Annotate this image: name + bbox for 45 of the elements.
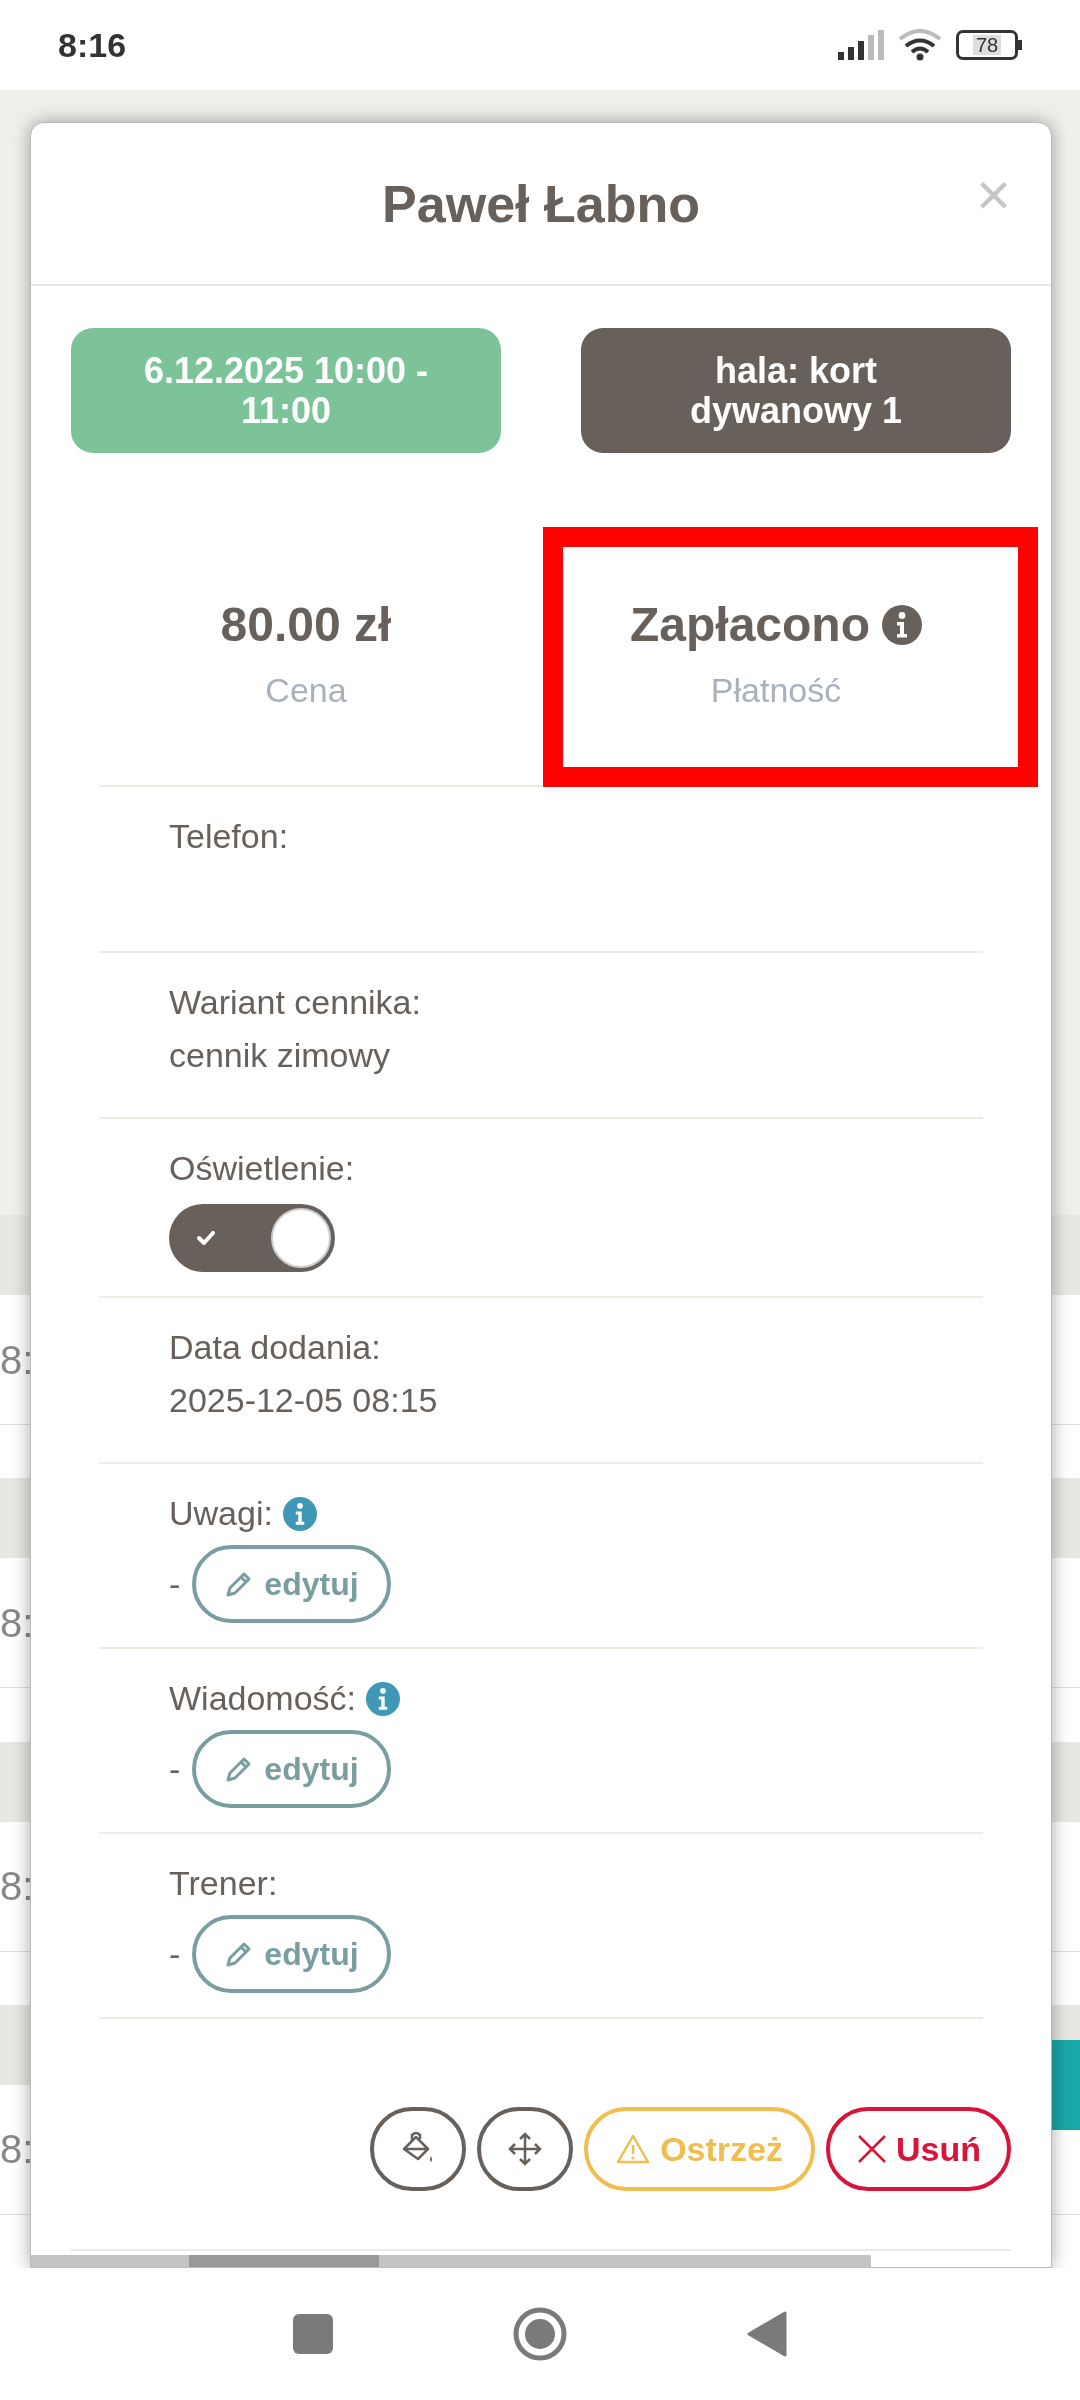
warning-icon: [616, 2134, 651, 2164]
warning-button[interactable]: Ostrzeż: [584, 2107, 815, 2191]
back-icon[interactable]: [747, 2311, 787, 2357]
info-icon[interactable]: [882, 604, 922, 645]
field-label: Wiadomość:: [169, 1678, 357, 1719]
stat-label: Płatność: [710, 669, 842, 711]
background-time: 8:: [0, 1599, 34, 1647]
paint-button[interactable]: [370, 2107, 467, 2191]
wifi-icon: [898, 29, 942, 61]
info-chip: 6.12.2025 10:00 - 11:00: [71, 328, 501, 453]
battery-level: 78: [972, 35, 1002, 55]
check-icon: [197, 1231, 215, 1245]
move-button[interactable]: [477, 2107, 574, 2191]
scrollbar-thumb[interactable]: [189, 2255, 379, 2267]
signal-icon: [838, 30, 884, 60]
background-time: 8:: [0, 2126, 34, 2174]
field-label: Trener:: [169, 1863, 278, 1904]
field-value: cennik zimowy: [169, 1035, 392, 1076]
field-label: Uwagi:: [169, 1493, 273, 1534]
info-icon[interactable]: [282, 1496, 317, 1531]
home-icon[interactable]: [513, 2307, 567, 2361]
delete-button[interactable]: Usuń: [826, 2107, 1011, 2191]
status-time: 8:16: [58, 24, 127, 66]
edit-button[interactable]: edytuj: [192, 1545, 391, 1623]
field-value: -: [169, 1748, 181, 1790]
dialog-title: Paweł Łabno: [382, 173, 700, 235]
info-icon[interactable]: [366, 1681, 401, 1716]
field-label: Data dodania:: [169, 1327, 381, 1368]
field-label: Oświetlenie:: [169, 1148, 355, 1189]
background-time: 8:: [0, 1336, 34, 1384]
info-chip: hala: kort dywanowy 1: [581, 328, 1011, 453]
close-button[interactable]: ×: [975, 165, 1011, 225]
field-label: Telefon:: [169, 816, 289, 857]
edit-button[interactable]: edytuj: [192, 1730, 391, 1808]
background-time: 8:: [0, 1863, 34, 1911]
stat-value: Zapłacono: [630, 596, 870, 653]
stat-value: 80.00 zł: [220, 596, 392, 653]
field-value: 2025-12-05 08:15: [169, 1380, 439, 1421]
stat-label: Cena: [265, 669, 347, 711]
field-label: Wariant cennika:: [169, 982, 421, 1023]
field-value: -: [169, 1933, 181, 1975]
field-value: -: [169, 1563, 181, 1605]
move-icon: [507, 2131, 544, 2167]
edit-button[interactable]: edytuj: [192, 1915, 391, 1993]
close-icon: [856, 2133, 888, 2165]
